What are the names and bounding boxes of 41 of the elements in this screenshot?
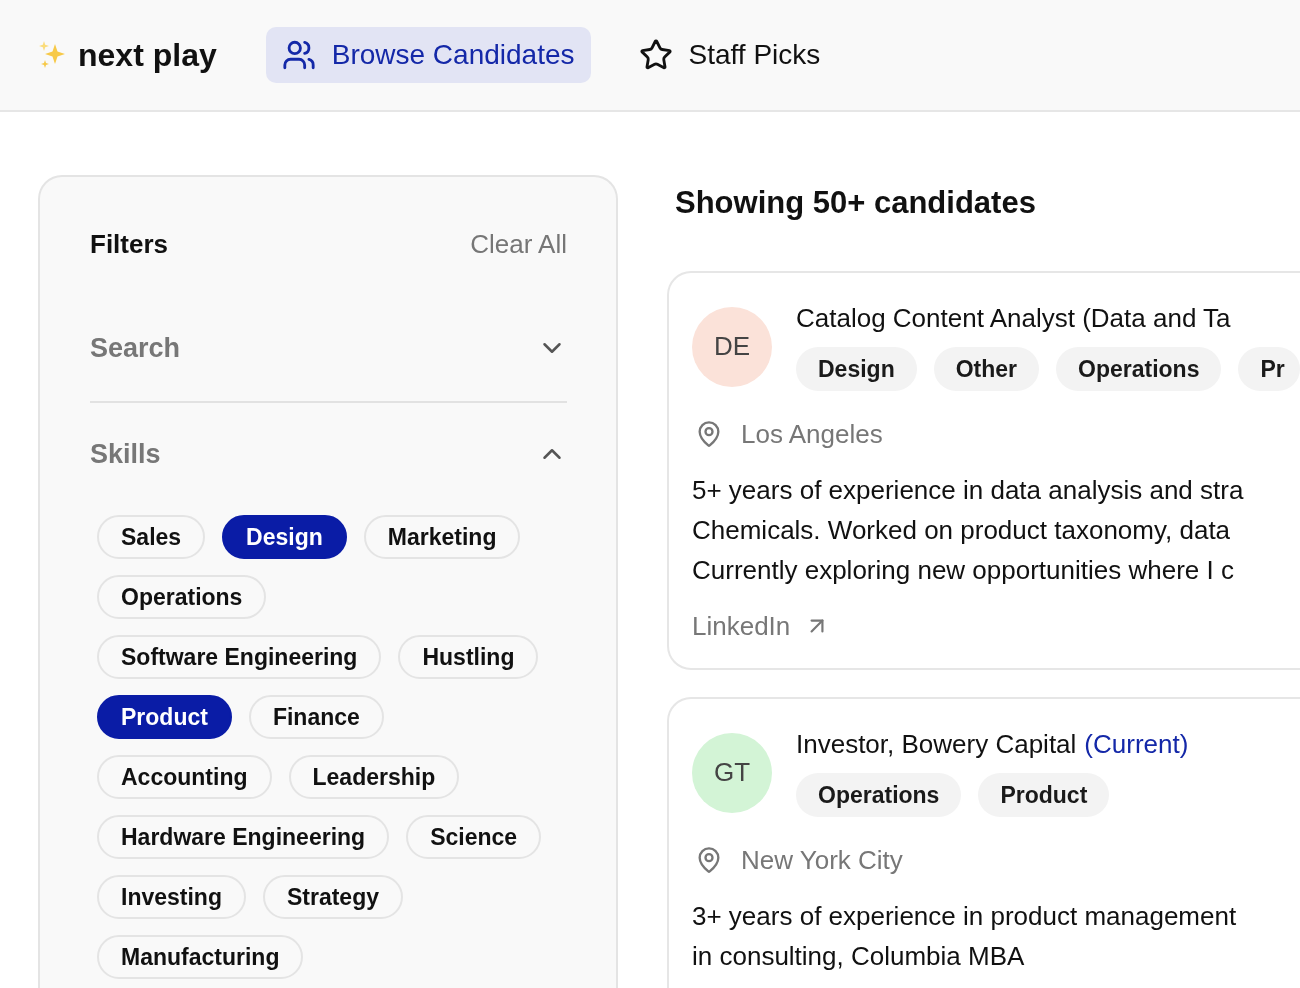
filters-title: Filters (90, 228, 169, 260)
results-heading: Showing 50+ candidates (675, 184, 1037, 222)
skill-chip[interactable]: Marketing (363, 515, 521, 559)
location-text: New York City (741, 844, 903, 877)
candidate-title: Catalog Content Analyst (Data and Ta (796, 302, 1231, 334)
skill-chip[interactable]: Finance (248, 695, 384, 739)
nav-tab[interactable]: Staff Picks (622, 27, 837, 83)
linkedin-link[interactable]: LinkedIn (692, 608, 831, 644)
skill-chip[interactable]: Product (97, 695, 232, 739)
skill-tag: Pr (1238, 347, 1300, 391)
skill-chip[interactable]: Investing (97, 875, 246, 919)
candidate-description: 5+ years of experience in data analysis and stra Chemicals. Worked on product taxonomy, data Currently exploring new opportunities where I c (692, 474, 1245, 587)
location-text: Los Angeles (741, 418, 883, 451)
avatar: GT (692, 732, 772, 813)
avatar: DE (692, 306, 772, 387)
skill-tag: Design (796, 347, 917, 391)
skill-chip[interactable]: Hardware Engineering (97, 815, 390, 859)
skill-tag: Product (978, 773, 1110, 817)
skill-chip[interactable]: Hustling (398, 635, 539, 679)
clear-all-button[interactable]: Clear All (470, 228, 567, 260)
candidate-title: Investor, Bowery Capital (796, 728, 1077, 760)
current-label: (Current) (1084, 728, 1189, 760)
skill-chip[interactable]: Design (222, 515, 347, 559)
skill-chip[interactable]: Manufacturing (97, 935, 304, 979)
logo-text: next play (78, 36, 217, 75)
skill-chip[interactable]: Operations (97, 575, 267, 619)
candidate-description: 3+ years of experience in product management in consulting, Columbia MBA (692, 900, 1238, 973)
star-icon (638, 38, 673, 72)
skill-chip[interactable]: Sales (97, 515, 206, 559)
skill-chip[interactable]: Accounting (97, 755, 272, 799)
section-header[interactable]: Skills (90, 434, 567, 474)
skill-chip[interactable]: Software Engineering (97, 635, 382, 679)
skill-chip[interactable]: Strategy (262, 875, 403, 919)
users-icon (281, 38, 316, 72)
nav-tab[interactable]: Browse Candidates (265, 27, 591, 83)
skill-tag: Operations (796, 773, 962, 817)
skill-tag: Other (933, 347, 1040, 391)
skill-chip[interactable]: Leadership (288, 755, 460, 799)
section-header[interactable]: Search (90, 328, 567, 368)
skill-chip[interactable]: Science (406, 815, 542, 859)
skill-tag: Operations (1056, 347, 1222, 391)
